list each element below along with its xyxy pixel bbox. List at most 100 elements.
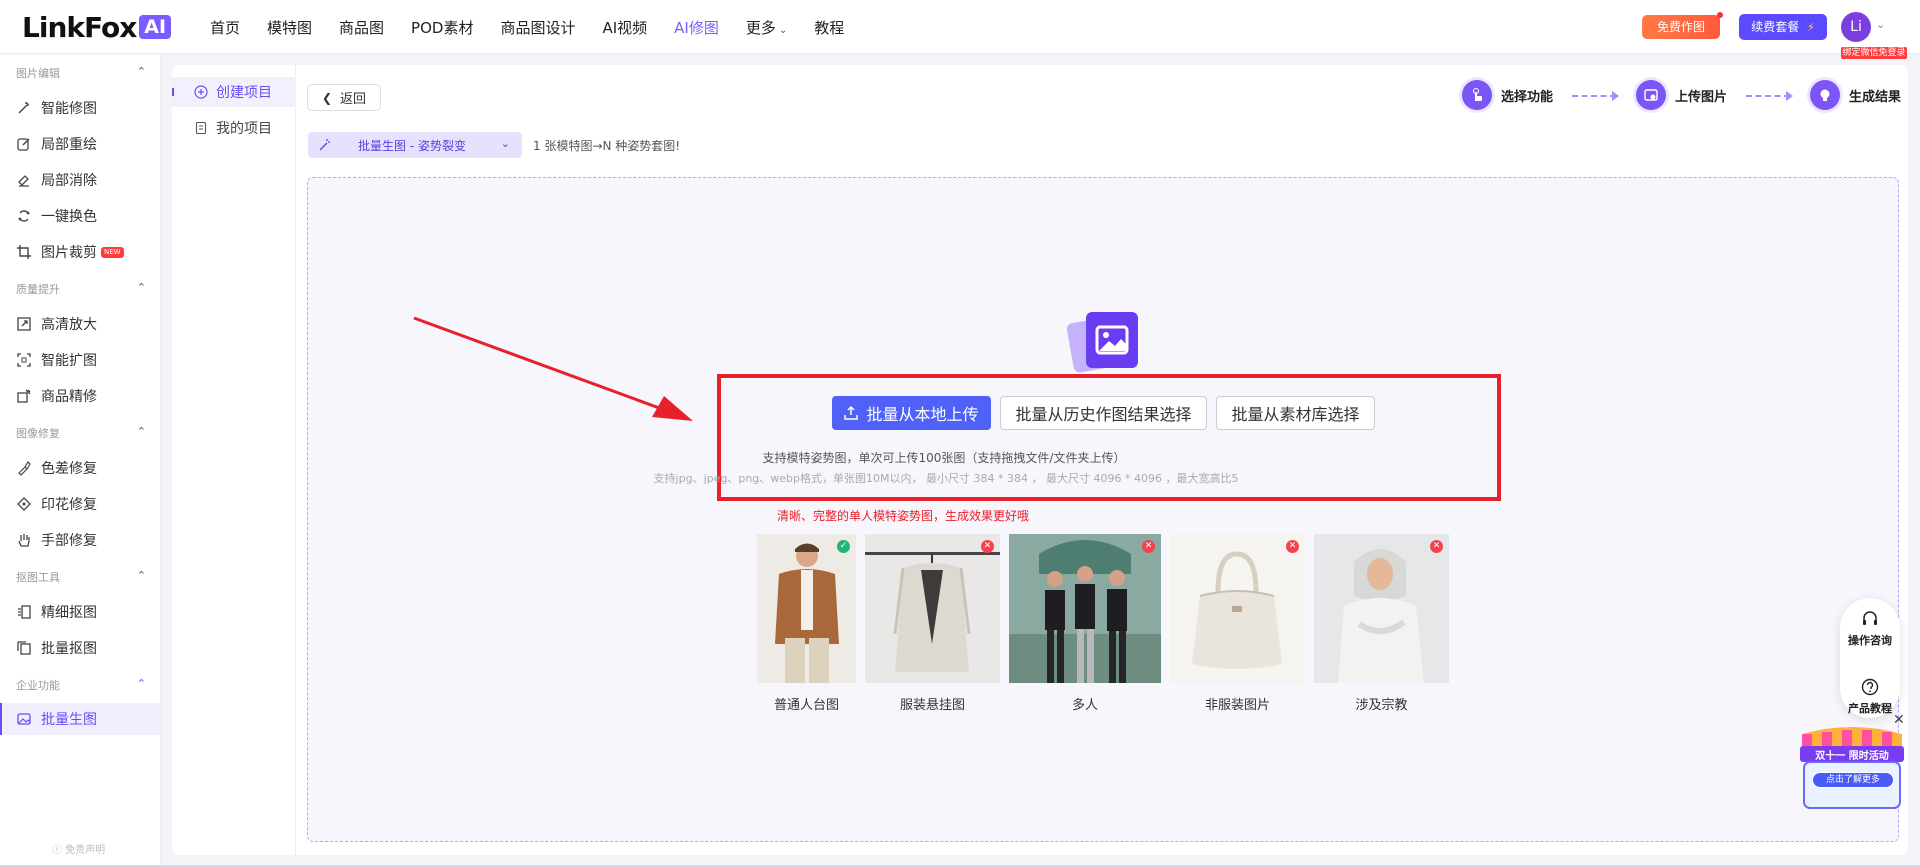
upload-description: 支持模特姿势图，单次可上传100张图（支持拖拽文件/文件夹上传） bbox=[0, 449, 1920, 466]
sidebar-item-recolor[interactable]: 一键换色 bbox=[0, 201, 160, 231]
logo[interactable]: LinkFox AI bbox=[22, 10, 172, 44]
promo-banner[interactable]: 双十一 限时活动 点击了解更多 bbox=[1796, 720, 1908, 816]
tutorial-label: 产品教程 bbox=[1848, 702, 1892, 715]
sidebar-item-label: 局部重绘 bbox=[41, 137, 97, 153]
avatar[interactable]: Li bbox=[1841, 12, 1871, 42]
disclaimer-link[interactable]: ⓘ 免责声明 bbox=[52, 841, 105, 856]
renew-plan-label: 续费套餐 bbox=[1751, 20, 1800, 34]
sidebar-item-label: 批量抠图 bbox=[41, 641, 97, 657]
close-icon[interactable]: ✕ bbox=[1893, 712, 1905, 728]
back-button[interactable]: ❮ 返回 bbox=[307, 84, 381, 111]
back-label: 返回 bbox=[340, 92, 367, 107]
sidebar-item-hand-fix[interactable]: 手部修复 bbox=[0, 525, 160, 555]
batch-cutout-icon bbox=[16, 640, 32, 656]
nav-product[interactable]: 商品图 bbox=[339, 17, 384, 38]
red-arrow-annotation bbox=[413, 316, 693, 421]
sidebar-item-label: 智能修图 bbox=[41, 101, 97, 117]
crop-icon bbox=[16, 244, 32, 260]
sidebar-item-smart-retouch[interactable]: 智能修图 bbox=[0, 93, 160, 123]
floating-help-panel: 操作咨询 产品教程 bbox=[1840, 598, 1900, 718]
sidebar-group-quality[interactable]: 质量提升 ⌃ bbox=[16, 281, 146, 297]
sidebar-item-expand[interactable]: 智能扩图 bbox=[0, 345, 160, 375]
close-icon: ✕ bbox=[981, 540, 994, 553]
sidebar-group-repair[interactable]: 图像修复 ⌃ bbox=[16, 425, 146, 441]
upload-hint: 清晰、完整的单人模特姿势图，生成效果更好哦 bbox=[0, 507, 1920, 524]
upload-image-icon bbox=[1636, 80, 1666, 110]
upscale-icon bbox=[16, 316, 32, 332]
consult-label: 操作咨询 bbox=[1848, 634, 1892, 647]
renew-plan-button[interactable]: 续费套餐 ⚡ bbox=[1739, 14, 1827, 40]
sidebar-item-crop[interactable]: 图片裁剪 NEW bbox=[0, 237, 160, 267]
nav-home[interactable]: 首页 bbox=[210, 17, 240, 38]
sidebar-item-batch-generate[interactable]: 批量生图 bbox=[0, 703, 160, 735]
sidebar-item-batch-cutout[interactable]: 批量抠图 bbox=[0, 633, 160, 663]
step-select-function: 选择功能 bbox=[1462, 80, 1553, 110]
consult-button[interactable]: 操作咨询 bbox=[1840, 610, 1900, 648]
sidebar-item-product-retouch[interactable]: 商品精修 bbox=[0, 381, 160, 411]
color-swap-icon bbox=[16, 208, 32, 224]
sample-image-non-clothing: ✕ bbox=[1170, 534, 1305, 683]
sample-caption: 非服装图片 bbox=[1204, 698, 1270, 713]
upload-local-label: 批量从本地上传 bbox=[866, 405, 979, 424]
lightning-icon: ⚡ bbox=[1807, 21, 1815, 34]
mode-select[interactable]: 批量生图 - 姿势裂变 ⌄ bbox=[308, 132, 522, 158]
logo-text: LinkFox bbox=[22, 10, 137, 44]
logo-ai-badge: AI bbox=[139, 15, 172, 39]
nav-tutorial[interactable]: 教程 bbox=[814, 17, 844, 38]
nav-pod[interactable]: POD素材 bbox=[411, 17, 473, 38]
pointer-icon bbox=[1462, 80, 1492, 110]
sidebar-item-label: 高清放大 bbox=[41, 317, 97, 333]
close-icon: ✕ bbox=[1430, 540, 1443, 553]
chevron-up-icon: ⌃ bbox=[136, 677, 146, 690]
dashed-arrow-icon bbox=[1746, 91, 1793, 101]
sidebar-group-cutout[interactable]: 抠图工具 ⌃ bbox=[16, 569, 146, 585]
magic-wand-icon bbox=[16, 100, 32, 116]
step-generate-result: 生成结果 bbox=[1810, 80, 1901, 110]
sidebar-item-label: 精细抠图 bbox=[41, 605, 97, 621]
sidebar-group-edit[interactable]: 图片编辑 ⌃ bbox=[16, 65, 146, 81]
headset-icon bbox=[1863, 611, 1877, 625]
create-project-item[interactable]: 创建项目 bbox=[172, 77, 296, 107]
nav-model[interactable]: 模特图 bbox=[267, 17, 312, 38]
nav-more[interactable]: 更多 ⌄ bbox=[746, 17, 787, 38]
free-draw-button[interactable]: 免费作图 bbox=[1642, 12, 1723, 39]
sidebar-item-erase[interactable]: 局部消除 bbox=[0, 165, 160, 195]
close-icon: ✕ bbox=[1142, 540, 1155, 553]
upload-local-button[interactable]: 批量从本地上传 bbox=[832, 396, 991, 430]
sidebar-group-title: 质量提升 bbox=[16, 283, 60, 296]
nav-product-design[interactable]: 商品图设计 bbox=[500, 17, 575, 38]
tutorial-button[interactable]: 产品教程 bbox=[1840, 678, 1900, 716]
top-bar: LinkFox AI 首页 模特图 商品图 POD素材 商品图设计 AI视频 A… bbox=[0, 0, 1920, 59]
main-nav: 首页 模特图 商品图 POD素材 商品图设计 AI视频 AI修图 更多 ⌄ 教程 bbox=[210, 0, 871, 54]
step-upload-image: 上传图片 bbox=[1636, 80, 1727, 110]
chevron-up-icon: ⌃ bbox=[136, 281, 146, 294]
sidebar-group-enterprise[interactable]: 企业功能 ⌃ bbox=[16, 677, 146, 693]
upload-hint-text: 清晰、完整的单人模特姿势图，生成效果更好哦 bbox=[776, 509, 1029, 523]
new-badge: NEW bbox=[101, 246, 124, 258]
bulb-icon bbox=[1810, 80, 1840, 110]
my-projects-item[interactable]: 我的项目 bbox=[172, 113, 296, 143]
select-from-history-button[interactable]: 批量从历史作图结果选择 bbox=[1000, 396, 1207, 430]
chevron-down-icon[interactable]: ⌄ bbox=[1876, 18, 1885, 31]
sidebar-group-title: 企业功能 bbox=[16, 679, 60, 692]
promo-button[interactable]: 点击了解更多 bbox=[1812, 772, 1894, 788]
sidebar-item-upscale[interactable]: 高清放大 bbox=[0, 309, 160, 339]
mode-tip: 1 张模特图→N 种姿势套图! bbox=[533, 139, 681, 153]
create-project-label: 创建项目 bbox=[216, 85, 272, 101]
sidebar-item-label: 商品精修 bbox=[41, 389, 97, 405]
sample-caption: 服装悬挂图 bbox=[899, 698, 965, 713]
step-label: 选择功能 bbox=[1501, 89, 1554, 105]
sidebar-item-fine-cutout[interactable]: 精细抠图 bbox=[0, 597, 160, 627]
sample-image-multi: ✕ bbox=[1009, 534, 1161, 683]
select-from-library-button[interactable]: 批量从素材库选择 bbox=[1216, 396, 1375, 430]
sidebar-item-inpaint[interactable]: 局部重绘 bbox=[0, 129, 160, 159]
wechat-bind-badge[interactable]: 绑定微信免登录 bbox=[1841, 47, 1907, 59]
dashed-arrow-icon bbox=[1572, 91, 1619, 101]
disclaimer-label: 免责声明 bbox=[65, 845, 106, 856]
chevron-up-icon: ⌃ bbox=[136, 425, 146, 438]
retouch-icon bbox=[16, 388, 32, 404]
nav-ai-retouch[interactable]: AI修图 bbox=[674, 17, 719, 38]
promo-title: 双十一 限时活动 bbox=[1815, 751, 1889, 762]
image-icon bbox=[16, 711, 32, 727]
nav-ai-video[interactable]: AI视频 bbox=[602, 17, 647, 38]
